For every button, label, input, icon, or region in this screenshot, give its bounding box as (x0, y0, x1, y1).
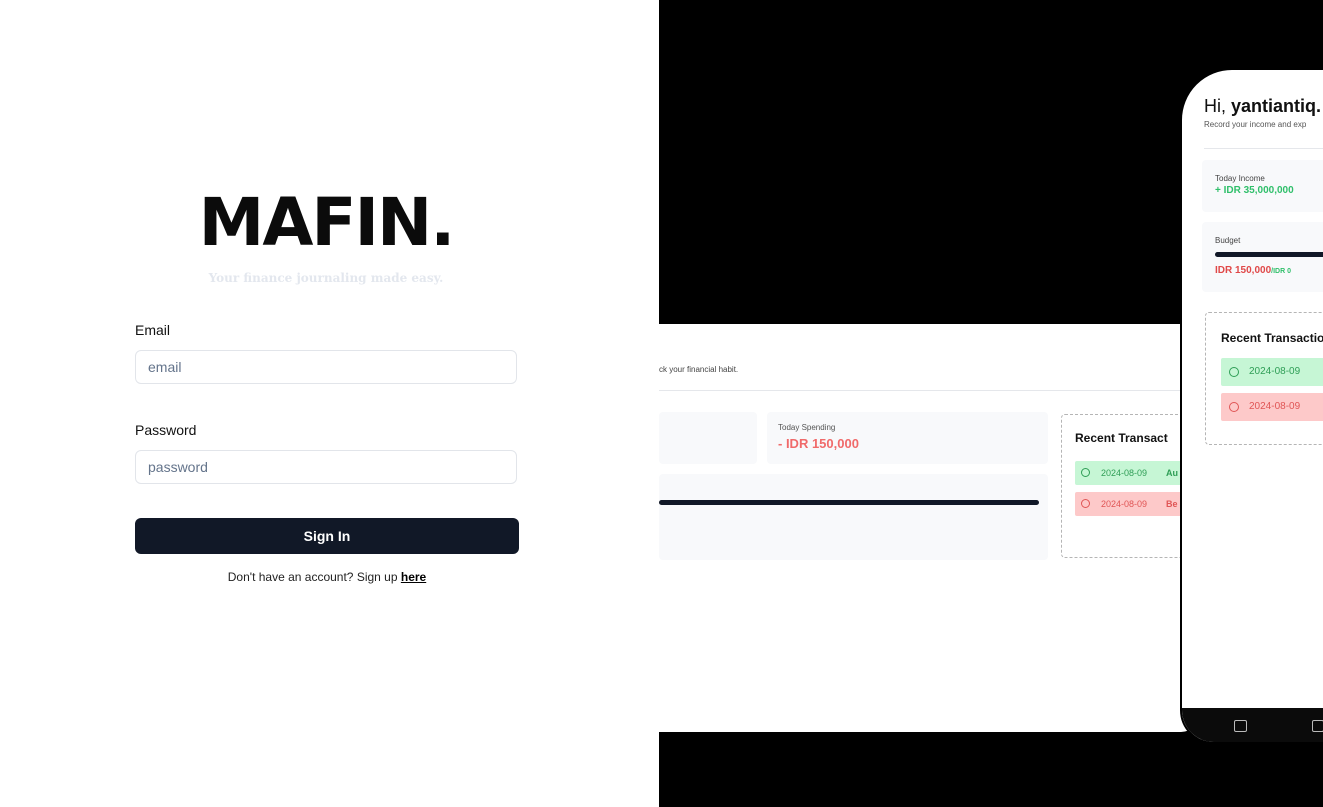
spending-label: Today Spending (778, 423, 836, 432)
transaction-name: Be (1166, 499, 1178, 509)
home-icon (1234, 720, 1247, 732)
phone-preview: Hi, yantiantiq. Record your income and e… (1180, 68, 1323, 744)
transaction-date: 2024-08-09 (1101, 468, 1148, 478)
expense-icon (1081, 499, 1090, 508)
email-label: Email (135, 322, 171, 338)
greeting: Hi, yantiantiq. (1204, 96, 1321, 117)
transaction-row: 2024-08-09 (1221, 393, 1323, 421)
preview-panel: ck your financial habit. Today Spending … (659, 0, 1323, 807)
income-label: Today Income (1215, 174, 1265, 183)
wallet-icon (1312, 720, 1323, 732)
phone-subtitle: Record your income and exp (1204, 120, 1307, 129)
budget-amount: IDR 150,000 (1215, 265, 1272, 276)
recent-transactions: Recent Transactio 2024-08-09 2024-08-09 (1205, 312, 1323, 445)
transaction-row: 2024-08-09 (1221, 358, 1323, 386)
recent-title: Recent Transact (1075, 431, 1168, 445)
recent-title: Recent Transactio (1221, 331, 1323, 345)
signup-prompt: Don't have an account? Sign up here (0, 570, 654, 584)
expense-icon (1229, 402, 1239, 412)
bottom-nav (1182, 708, 1323, 742)
signup-prefix: Don't have an account? Sign up (227, 570, 401, 584)
transaction-name: Au (1166, 468, 1178, 478)
app-logo: MAFIN. (198, 184, 456, 261)
transaction-date: 2024-08-09 (1249, 366, 1301, 377)
desktop-preview: ck your financial habit. Today Spending … (659, 324, 1205, 732)
divider (659, 390, 1199, 391)
sign-in-button[interactable]: Sign In (135, 518, 519, 554)
budget-bar (1215, 252, 1323, 257)
transaction-date: 2024-08-09 (1101, 499, 1148, 509)
income-value: + IDR 35,000,000 (1215, 185, 1294, 196)
income-icon (1081, 468, 1090, 477)
budget-card: Budget IDR 150,000/IDR 0 (1202, 222, 1323, 292)
spending-card: Today Spending - IDR 150,000 (767, 412, 1048, 464)
budget-total: /IDR 0 (1271, 268, 1291, 275)
signup-link[interactable]: here (401, 570, 426, 584)
budget-label: Budget (1215, 236, 1241, 245)
income-card: Today Income + IDR 35,000,000 (1202, 160, 1323, 212)
transaction-date: 2024-08-09 (1249, 401, 1301, 412)
tagline: Your finance journaling made easy. (208, 271, 444, 285)
password-input[interactable] (135, 450, 517, 484)
budget-card (659, 474, 1048, 560)
income-icon (1229, 367, 1239, 377)
greeting-prefix: Hi, (1204, 96, 1231, 116)
email-input[interactable] (135, 350, 517, 384)
username: yantiantiq. (1231, 96, 1322, 116)
login-panel: MAFIN. Your finance journaling made easy… (0, 0, 659, 807)
spending-value: - IDR 150,000 (778, 436, 859, 451)
desktop-subtitle: ck your financial habit. (659, 365, 739, 374)
budget-value: IDR 150,000/IDR 0 (1215, 265, 1291, 276)
password-label: Password (135, 422, 197, 438)
divider (1204, 148, 1323, 149)
budget-bar (659, 500, 1039, 505)
income-card (659, 412, 757, 464)
